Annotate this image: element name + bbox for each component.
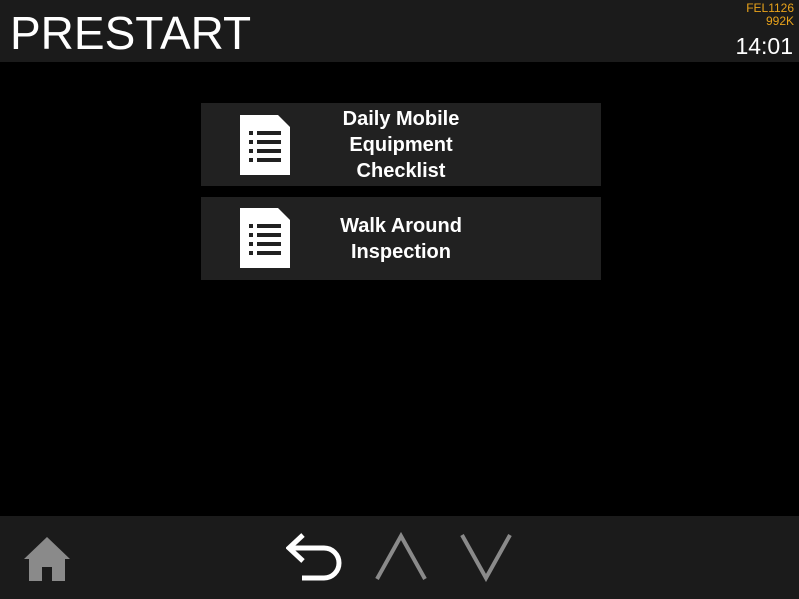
unit-model: 992K [765,14,794,28]
footer-bar [0,516,799,599]
document-list-icon [240,208,290,268]
home-icon[interactable] [24,536,70,582]
menu-item-label: Walk Around Inspection [340,215,462,263]
document-list-icon [240,115,290,175]
walk-around-inspection-button[interactable]: Walk Around Inspection [201,197,601,280]
back-icon[interactable] [286,532,348,584]
page-title: PRESTART [10,7,252,59]
clock: 14:01 [735,33,793,59]
header-bar: PRESTART FEL1126 992K 14:01 [0,0,799,62]
up-arrow-icon[interactable] [374,532,428,582]
down-arrow-icon[interactable] [459,532,513,582]
menu-item-label: Daily Mobile Equipment Checklist [342,108,460,182]
daily-mobile-equipment-checklist-button[interactable]: Daily Mobile Equipment Checklist [201,103,601,186]
